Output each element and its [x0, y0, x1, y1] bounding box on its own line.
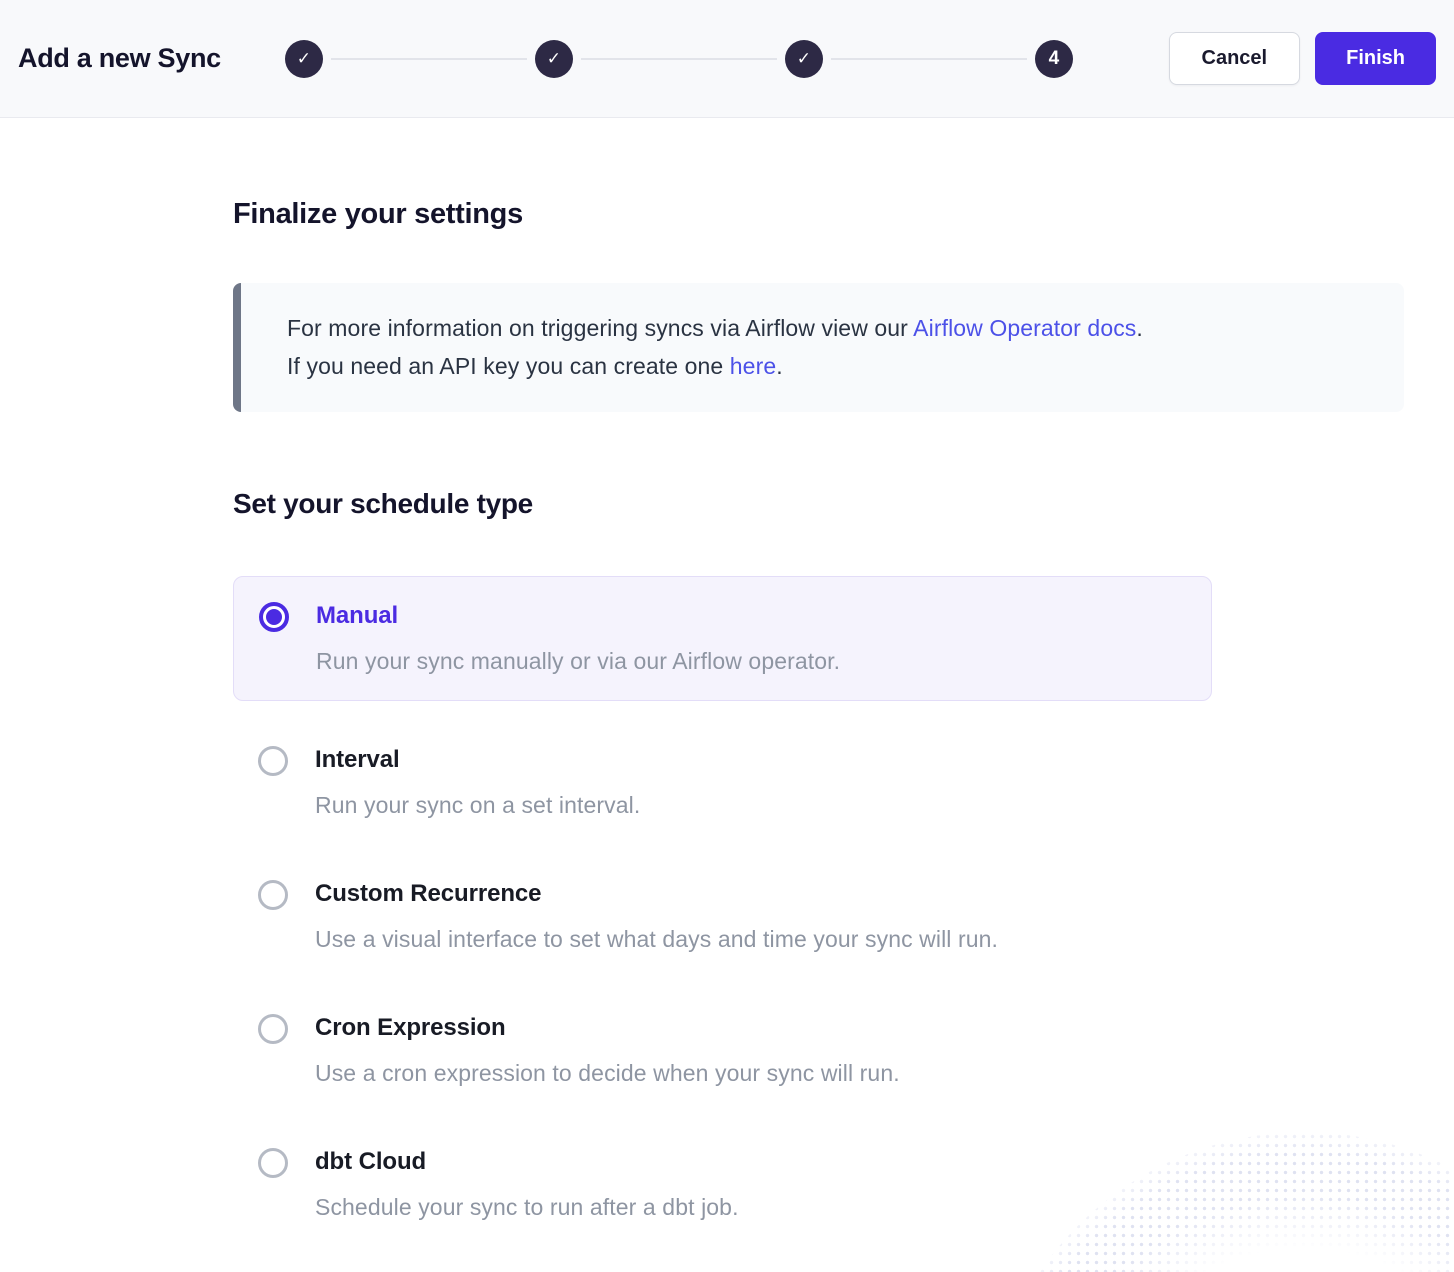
wizard-header: Add a new Sync ✓ ✓ ✓ 4 Cancel Finish: [0, 0, 1454, 118]
option-description: Use a cron expression to decide when you…: [315, 1058, 1404, 1088]
check-icon: ✓: [547, 49, 561, 69]
option-label: dbt Cloud: [315, 1146, 1404, 1178]
option-label: Cron Expression: [315, 1012, 1404, 1044]
option-cron-expression[interactable]: Cron Expression Use a cron expression to…: [233, 1012, 1404, 1088]
option-label: Interval: [315, 744, 1404, 776]
radio-dbt-cloud[interactable]: [258, 1148, 288, 1178]
cancel-button[interactable]: Cancel: [1169, 32, 1301, 85]
radio-interval[interactable]: [258, 746, 288, 776]
radio-cron-expression[interactable]: [258, 1014, 288, 1044]
option-description: Run your sync on a set interval.: [315, 790, 1404, 820]
option-custom-recurrence[interactable]: Custom Recurrence Use a visual interface…: [233, 878, 1404, 954]
check-icon: ✓: [797, 49, 811, 69]
option-description: Use a visual interface to set what days …: [315, 924, 1404, 954]
option-label: Custom Recurrence: [315, 878, 1404, 910]
radio-custom-recurrence[interactable]: [258, 880, 288, 910]
step-3-complete[interactable]: ✓: [785, 40, 823, 78]
step-4-current[interactable]: 4: [1035, 40, 1073, 78]
airflow-operator-docs-link[interactable]: Airflow Operator docs: [913, 315, 1136, 341]
option-description: Run your sync manually or via our Airflo…: [316, 646, 1187, 676]
schedule-type-options: Manual Run your sync manually or via our…: [233, 576, 1404, 1222]
callout-text: For more information on triggering syncs…: [287, 309, 1374, 385]
radio-manual-selected[interactable]: [259, 602, 289, 632]
option-texts: Manual Run your sync manually or via our…: [316, 600, 1187, 676]
option-label: Manual: [316, 600, 1187, 632]
finalize-settings-heading: Finalize your settings: [233, 198, 1404, 231]
callout-line1-text: For more information on triggering syncs…: [287, 315, 913, 341]
option-texts: Interval Run your sync on a set interval…: [315, 744, 1404, 820]
option-dbt-cloud[interactable]: dbt Cloud Schedule your sync to run afte…: [233, 1146, 1404, 1222]
header-actions: Cancel Finish: [1169, 32, 1436, 85]
main-content: Finalize your settings For more informat…: [0, 198, 1454, 1222]
api-key-here-link[interactable]: here: [730, 353, 776, 379]
callout-line1-period: .: [1136, 315, 1143, 341]
option-texts: Custom Recurrence Use a visual interface…: [315, 878, 1404, 954]
option-manual[interactable]: Manual Run your sync manually or via our…: [233, 576, 1212, 701]
wizard-stepper: ✓ ✓ ✓ 4: [285, 40, 1073, 78]
step-connector: [581, 58, 777, 60]
callout-line2-text: If you need an API key you can create on…: [287, 353, 730, 379]
page-title: Add a new Sync: [18, 43, 221, 74]
option-texts: dbt Cloud Schedule your sync to run afte…: [315, 1146, 1404, 1222]
finish-button[interactable]: Finish: [1315, 32, 1436, 85]
check-icon: ✓: [297, 49, 311, 69]
schedule-type-heading: Set your schedule type: [233, 488, 1404, 520]
step-connector: [831, 58, 1027, 60]
step-2-complete[interactable]: ✓: [535, 40, 573, 78]
info-callout: For more information on triggering syncs…: [233, 283, 1404, 412]
add-sync-wizard-page: Add a new Sync ✓ ✓ ✓ 4 Cancel Finish Fin…: [0, 0, 1454, 1272]
option-texts: Cron Expression Use a cron expression to…: [315, 1012, 1404, 1088]
callout-line2-period: .: [776, 353, 783, 379]
option-description: Schedule your sync to run after a dbt jo…: [315, 1192, 1404, 1222]
option-interval[interactable]: Interval Run your sync on a set interval…: [233, 744, 1404, 820]
step-connector: [331, 58, 527, 60]
step-1-complete[interactable]: ✓: [285, 40, 323, 78]
step-number: 4: [1049, 48, 1060, 70]
